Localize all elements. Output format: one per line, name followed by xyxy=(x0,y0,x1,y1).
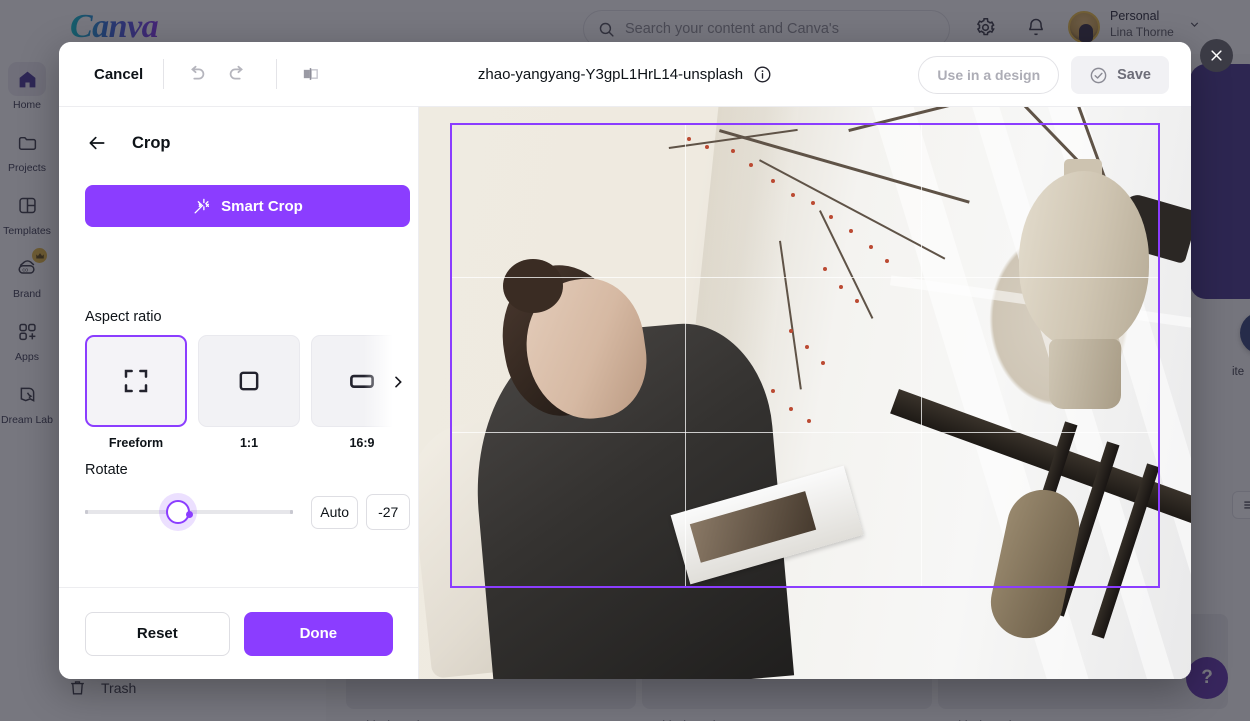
cancel-button[interactable]: Cancel xyxy=(90,60,147,89)
save-label: Save xyxy=(1117,67,1151,83)
reset-button[interactable]: Reset xyxy=(85,611,230,656)
header-divider xyxy=(276,59,278,89)
aspect-ratio-label: Aspect ratio xyxy=(85,309,162,325)
editor-header: Cancel zhao-yangyang-Y3gpL1HrL14-unsplas… xyxy=(59,42,1191,107)
editor-body: Crop Smart Crop Aspect ratio Freeform 1:… xyxy=(59,107,1191,679)
undo-icon[interactable] xyxy=(180,57,214,91)
aspect-ratio-label-text: Freeform xyxy=(108,436,164,450)
crop-corners-icon xyxy=(85,335,187,427)
crop-panel: Crop Smart Crop Aspect ratio Freeform 1:… xyxy=(59,107,419,679)
header-actions: Use in a design Save xyxy=(918,56,1169,94)
panel-title: Crop xyxy=(132,133,171,152)
redo-icon[interactable] xyxy=(220,57,254,91)
screen-root: Canva Search your content and Canva's xyxy=(0,0,1250,721)
aspect-ratio-label-text: 16:9 xyxy=(349,436,375,450)
aspect-ratio-option-freeform[interactable]: Freeform xyxy=(85,335,187,455)
save-button[interactable]: Save xyxy=(1071,56,1169,94)
image-preview xyxy=(419,107,1191,679)
rotate-label: Rotate xyxy=(85,462,128,478)
slider-handle[interactable] xyxy=(166,500,193,524)
slider-tick xyxy=(85,510,88,514)
compare-split-icon[interactable] xyxy=(293,57,327,91)
rotate-auto-button[interactable]: Auto xyxy=(310,495,359,529)
crop-canvas[interactable] xyxy=(419,107,1191,679)
info-icon[interactable] xyxy=(753,65,772,84)
panel-header: Crop xyxy=(59,107,418,153)
image-editor-dialog: Cancel zhao-yangyang-Y3gpL1HrL14-unsplas… xyxy=(59,42,1191,679)
use-in-a-design-button[interactable]: Use in a design xyxy=(918,56,1060,94)
check-circle-icon xyxy=(1089,66,1108,85)
close-icon[interactable] xyxy=(1200,39,1233,72)
aspect-ratio-next-button[interactable] xyxy=(364,335,410,429)
aspect-ratio-label-text: 1:1 xyxy=(239,436,259,450)
rotate-slider[interactable] xyxy=(85,489,293,535)
chevron-right-icon xyxy=(395,376,402,388)
page-title: zhao-yangyang-Y3gpL1HrL14-unsplash xyxy=(477,66,744,83)
aspect-ratio-option-1-1[interactable]: 1:1 xyxy=(198,335,300,455)
done-button[interactable]: Done xyxy=(243,611,393,656)
aspect-ratio-list: Freeform 1:1 16:9 xyxy=(85,335,410,455)
back-arrow-icon[interactable] xyxy=(86,133,108,153)
panel-footer: Reset Done xyxy=(59,587,419,679)
slider-tick xyxy=(290,510,293,514)
smart-crop-label: Smart Crop xyxy=(221,197,303,215)
magic-wand-icon xyxy=(192,197,211,216)
rotate-value-field[interactable]: -27 xyxy=(366,494,410,530)
vase-shape xyxy=(1019,171,1149,349)
rotate-controls: Auto -27 xyxy=(85,489,410,535)
smart-crop-button[interactable]: Smart Crop xyxy=(85,185,410,227)
header-divider xyxy=(163,59,165,89)
square-icon xyxy=(198,335,300,427)
